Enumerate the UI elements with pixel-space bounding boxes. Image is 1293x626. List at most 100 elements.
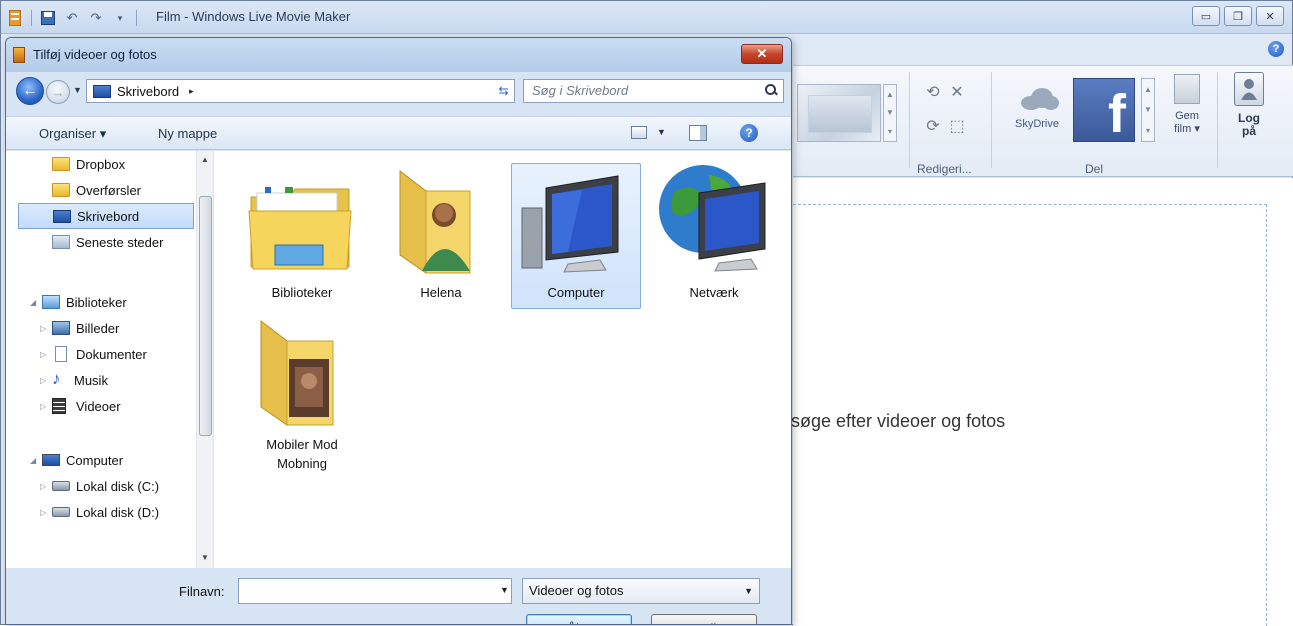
- user-folder-icon: [399, 169, 471, 274]
- file-label: Computer: [547, 285, 605, 300]
- preview-pane-icon[interactable]: [689, 125, 707, 141]
- expand-arrow-icon[interactable]: ▷: [40, 508, 50, 517]
- music-icon: [52, 369, 68, 389]
- filetype-select[interactable]: Videoer og fotos ▼: [522, 578, 760, 604]
- cancel-button[interactable]: Annuller: [651, 614, 757, 624]
- refresh-icon[interactable]: ⇆: [493, 79, 515, 103]
- rotate-left-icon[interactable]: ⟲: [921, 82, 945, 102]
- command-bar: Organiser ▾ Ny mappe ▼ ?: [6, 116, 791, 150]
- file-item-network[interactable]: Netværk: [649, 163, 779, 309]
- skydrive-label: SkyDrive: [1014, 118, 1059, 130]
- view-options-dropdown-icon[interactable]: ▼: [657, 127, 666, 137]
- desktop-icon: [53, 209, 71, 223]
- remove-icon[interactable]: ✕: [945, 82, 969, 102]
- undo-icon[interactable]: ↶: [64, 10, 80, 26]
- search-input[interactable]: Søg i Skrivebord: [523, 79, 784, 103]
- libraries-icon: [42, 295, 60, 309]
- nav-item-downloads[interactable]: Overførsler: [52, 177, 141, 203]
- nav-item-label: Seneste steder: [76, 234, 164, 250]
- expand-arrow-icon[interactable]: ▷: [40, 350, 50, 359]
- close-window-button[interactable]: ✕: [1256, 6, 1284, 26]
- navigation-scrollbar[interactable]: ▲ ▼: [196, 151, 213, 568]
- nav-item-drive-d[interactable]: ▷ Lokal disk (D:): [40, 499, 159, 525]
- change-view-icon[interactable]: [631, 126, 647, 139]
- nav-item-drive-c[interactable]: ▷ Lokal disk (C:): [40, 473, 159, 499]
- nav-item-recent-places[interactable]: Seneste steder: [52, 229, 163, 255]
- filename-input[interactable]: [238, 578, 512, 604]
- open-button[interactable]: Åbn: [526, 614, 632, 624]
- sign-in-button[interactable]: Log på: [1225, 72, 1273, 138]
- nav-item-pictures[interactable]: ▷ Billeder: [40, 315, 119, 341]
- nav-item-music[interactable]: ▷ Musik: [40, 367, 108, 393]
- save-movie-button[interactable]: Gem film ▾: [1165, 74, 1209, 136]
- redo-icon[interactable]: ↷: [88, 10, 104, 26]
- address-bar[interactable]: Skrivebord ▸ ▼: [86, 79, 514, 103]
- rotate-edit-icons: ⟲ ✕ ⟳ ⬚: [921, 82, 971, 136]
- dropbox-folder-icon: [52, 157, 70, 171]
- scroll-up-icon[interactable]: ▲: [201, 155, 209, 164]
- scroll-down-icon[interactable]: ▼: [201, 553, 209, 562]
- collapse-arrow-icon[interactable]: ◢: [30, 456, 40, 465]
- address-chevron-icon[interactable]: ▸: [189, 86, 194, 97]
- sign-in-label-2: på: [1241, 124, 1256, 138]
- forward-button[interactable]: →: [46, 80, 70, 104]
- select-all-icon[interactable]: ⬚: [945, 116, 969, 136]
- nav-item-computer[interactable]: ◢ Computer: [30, 447, 123, 473]
- app-menu-icon[interactable]: [7, 10, 23, 26]
- customize-qat-icon[interactable]: ▾: [112, 10, 128, 26]
- collapse-arrow-icon[interactable]: ◢: [30, 298, 40, 307]
- nav-item-label: Dokumenter: [76, 346, 147, 362]
- save-movie-label: Gem: [1175, 110, 1199, 122]
- theme-gallery-scroll[interactable]: ▲ ▼ ▾: [883, 84, 897, 142]
- dialog-close-button[interactable]: ✕: [741, 44, 783, 64]
- nav-item-desktop[interactable]: Skrivebord: [18, 203, 194, 229]
- file-item-libraries[interactable]: Biblioteker: [237, 163, 367, 309]
- expand-arrow-icon[interactable]: ▷: [40, 376, 50, 385]
- save-icon[interactable]: [40, 10, 56, 26]
- app-title: Film - Windows Live Movie Maker: [156, 9, 351, 24]
- address-location[interactable]: Skrivebord: [117, 84, 179, 99]
- rotate-right-icon[interactable]: ⟳: [921, 116, 945, 136]
- theme-thumbnail[interactable]: [797, 84, 881, 142]
- new-folder-button[interactable]: Ny mappe: [158, 126, 217, 141]
- user-icon: [1234, 72, 1264, 106]
- ribbon-divider: [991, 72, 992, 168]
- search-icon[interactable]: [764, 83, 778, 97]
- dialog-title: Tilføj videoer og fotos: [33, 47, 157, 62]
- computer-icon: [42, 454, 60, 466]
- nav-item-label: Dropbox: [76, 156, 126, 172]
- filename-label: Filnavn:: [179, 584, 225, 599]
- back-button[interactable]: ←: [16, 77, 44, 105]
- nav-item-libraries[interactable]: ◢ Biblioteker: [30, 289, 127, 315]
- expand-arrow-icon[interactable]: ▷: [40, 482, 50, 491]
- skydrive-icon: [1015, 86, 1059, 112]
- filename-dropdown-icon[interactable]: ▼: [500, 585, 509, 595]
- storyboard-hint[interactable]: søge efter videoer og fotos: [791, 411, 1005, 432]
- facebook-icon[interactable]: f: [1073, 78, 1135, 142]
- qat-separator: [31, 10, 32, 26]
- help-button[interactable]: ?: [740, 124, 758, 142]
- organize-button[interactable]: Organiser ▾: [39, 126, 106, 142]
- nav-item-label: Lokal disk (C:): [76, 478, 160, 494]
- expand-arrow-icon[interactable]: ▷: [40, 324, 50, 333]
- help-icon[interactable]: ?: [1268, 41, 1284, 57]
- file-item-computer[interactable]: Computer: [511, 163, 641, 309]
- file-item-mobiler-mod-mobning[interactable]: Mobiler Mod Mobning: [237, 313, 367, 483]
- scroll-thumb[interactable]: [199, 196, 212, 436]
- expand-arrow-icon[interactable]: ▷: [40, 402, 50, 411]
- filetype-dropdown-icon[interactable]: ▼: [744, 586, 753, 596]
- network-icon: [659, 165, 766, 272]
- restore-button[interactable]: ❐: [1224, 6, 1252, 26]
- nav-item-documents[interactable]: ▷ Dokumenter: [40, 341, 147, 367]
- minimize-button[interactable]: ▭: [1192, 6, 1220, 26]
- quick-access-toolbar: ↶ ↷ ▾: [7, 8, 137, 28]
- recent-locations-icon[interactable]: ▼: [73, 85, 82, 95]
- nav-item-videos[interactable]: ▷ Videoer: [40, 393, 121, 419]
- dialog-footer: Filnavn: ▼ Videoer og fotos ▼ Åbn Annull…: [6, 568, 791, 624]
- file-item-helena[interactable]: Helena: [376, 163, 506, 309]
- drive-c-icon: [52, 481, 70, 491]
- skydrive-button[interactable]: SkyDrive: [1007, 82, 1067, 146]
- nav-item-dropbox[interactable]: Dropbox: [52, 151, 125, 177]
- share-gallery-scroll[interactable]: ▲ ▼ ▾: [1141, 78, 1155, 142]
- ribbon: ▲ ▼ ▾ ⟲ ✕ ⟳ ⬚ Redigeri... SkyDrive f ▲ ▼ ▾ D…: [793, 65, 1293, 177]
